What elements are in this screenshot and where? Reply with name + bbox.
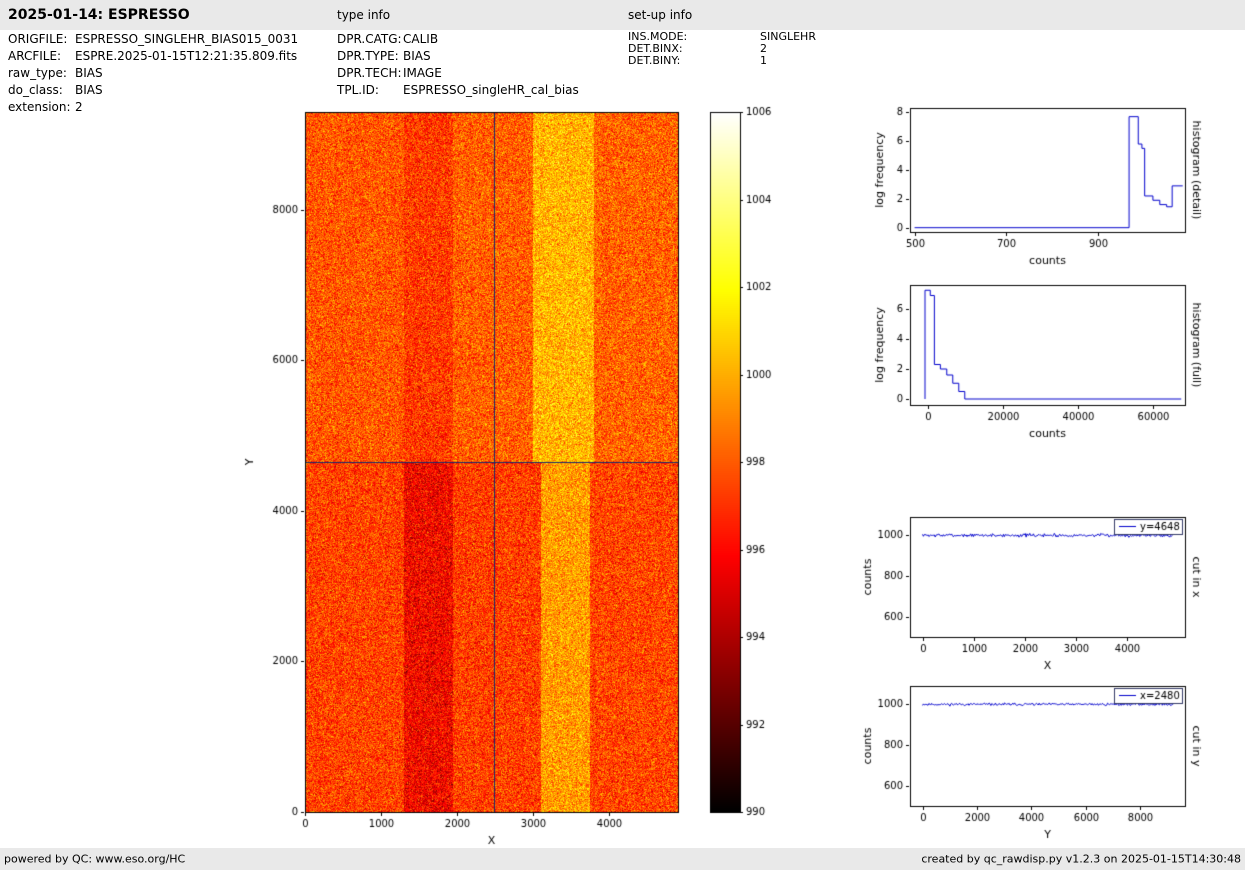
setup-info-block: INS.MODE: SINGLEHR DET.BINX: 2 DET.BINY:… [628,31,816,67]
field-label: ORIGFILE: [8,32,68,46]
type-info-row: DPR.TYPE: BIAS [337,48,579,65]
file-info-row: ORIGFILE: ESPRESSO_SINGLEHR_BIAS015_0031 [8,31,298,48]
qc-report-page: { "header": { "title": "2025-01-14: ESPR… [0,0,1245,870]
field-value: BIAS [403,49,431,63]
field-label: raw_type: [8,66,67,80]
type-info-heading: type info [337,8,391,22]
field-value: BIAS [75,83,103,97]
field-value: BIAS [75,66,103,80]
setup-info-heading: set-up info [628,8,693,22]
field-value: ESPRE.2025-01-15T12:21:35.809.fits [75,49,298,63]
header-bar: 2025-01-14: ESPRESSO type info set-up in… [0,0,1245,30]
field-value: ESPRESSO_SINGLEHR_BIAS015_0031 [75,32,299,46]
field-value: 1 [760,54,767,67]
field-label: extension: [8,100,71,114]
histogram-detail-plot [850,95,1205,270]
field-label: DPR.TECH: [337,66,402,80]
file-info-row: raw_type: BIAS [8,65,298,82]
field-label: ARCFILE: [8,49,62,63]
histogram-full-plot [850,272,1205,447]
field-value: 2 [75,100,83,114]
field-label: do_class: [8,83,63,97]
file-info-row: ARCFILE: ESPRE.2025-01-15T12:21:35.809.f… [8,48,298,65]
cut-in-y-plot [850,673,1205,848]
field-value: IMAGE [403,66,442,80]
type-info-row: DPR.TECH: IMAGE [337,65,579,82]
field-value: SINGLEHR [760,30,816,43]
field-value: CALIB [403,32,439,46]
cut-in-x-plot [850,504,1205,672]
type-info-row: DPR.CATG: CALIB [337,31,579,48]
footer-created-by: created by qc_rawdisp.py v1.2.3 on 2025-… [921,852,1241,866]
footer-bar: powered by QC: www.eso.org/HC created by… [0,848,1245,870]
field-label: DPR.CATG: [337,32,402,46]
bias-image-heatmap [230,95,775,855]
footer-powered-by: powered by QC: www.eso.org/HC [4,852,186,866]
page-title: 2025-01-14: ESPRESSO [8,7,190,23]
type-info-block: DPR.CATG: CALIB DPR.TYPE: BIAS DPR.TECH:… [337,31,579,99]
field-label: DPR.TYPE: [337,49,399,63]
field-label: DET.BINY: [628,54,681,67]
setup-info-row: DET.BINY: 1 [628,55,816,67]
